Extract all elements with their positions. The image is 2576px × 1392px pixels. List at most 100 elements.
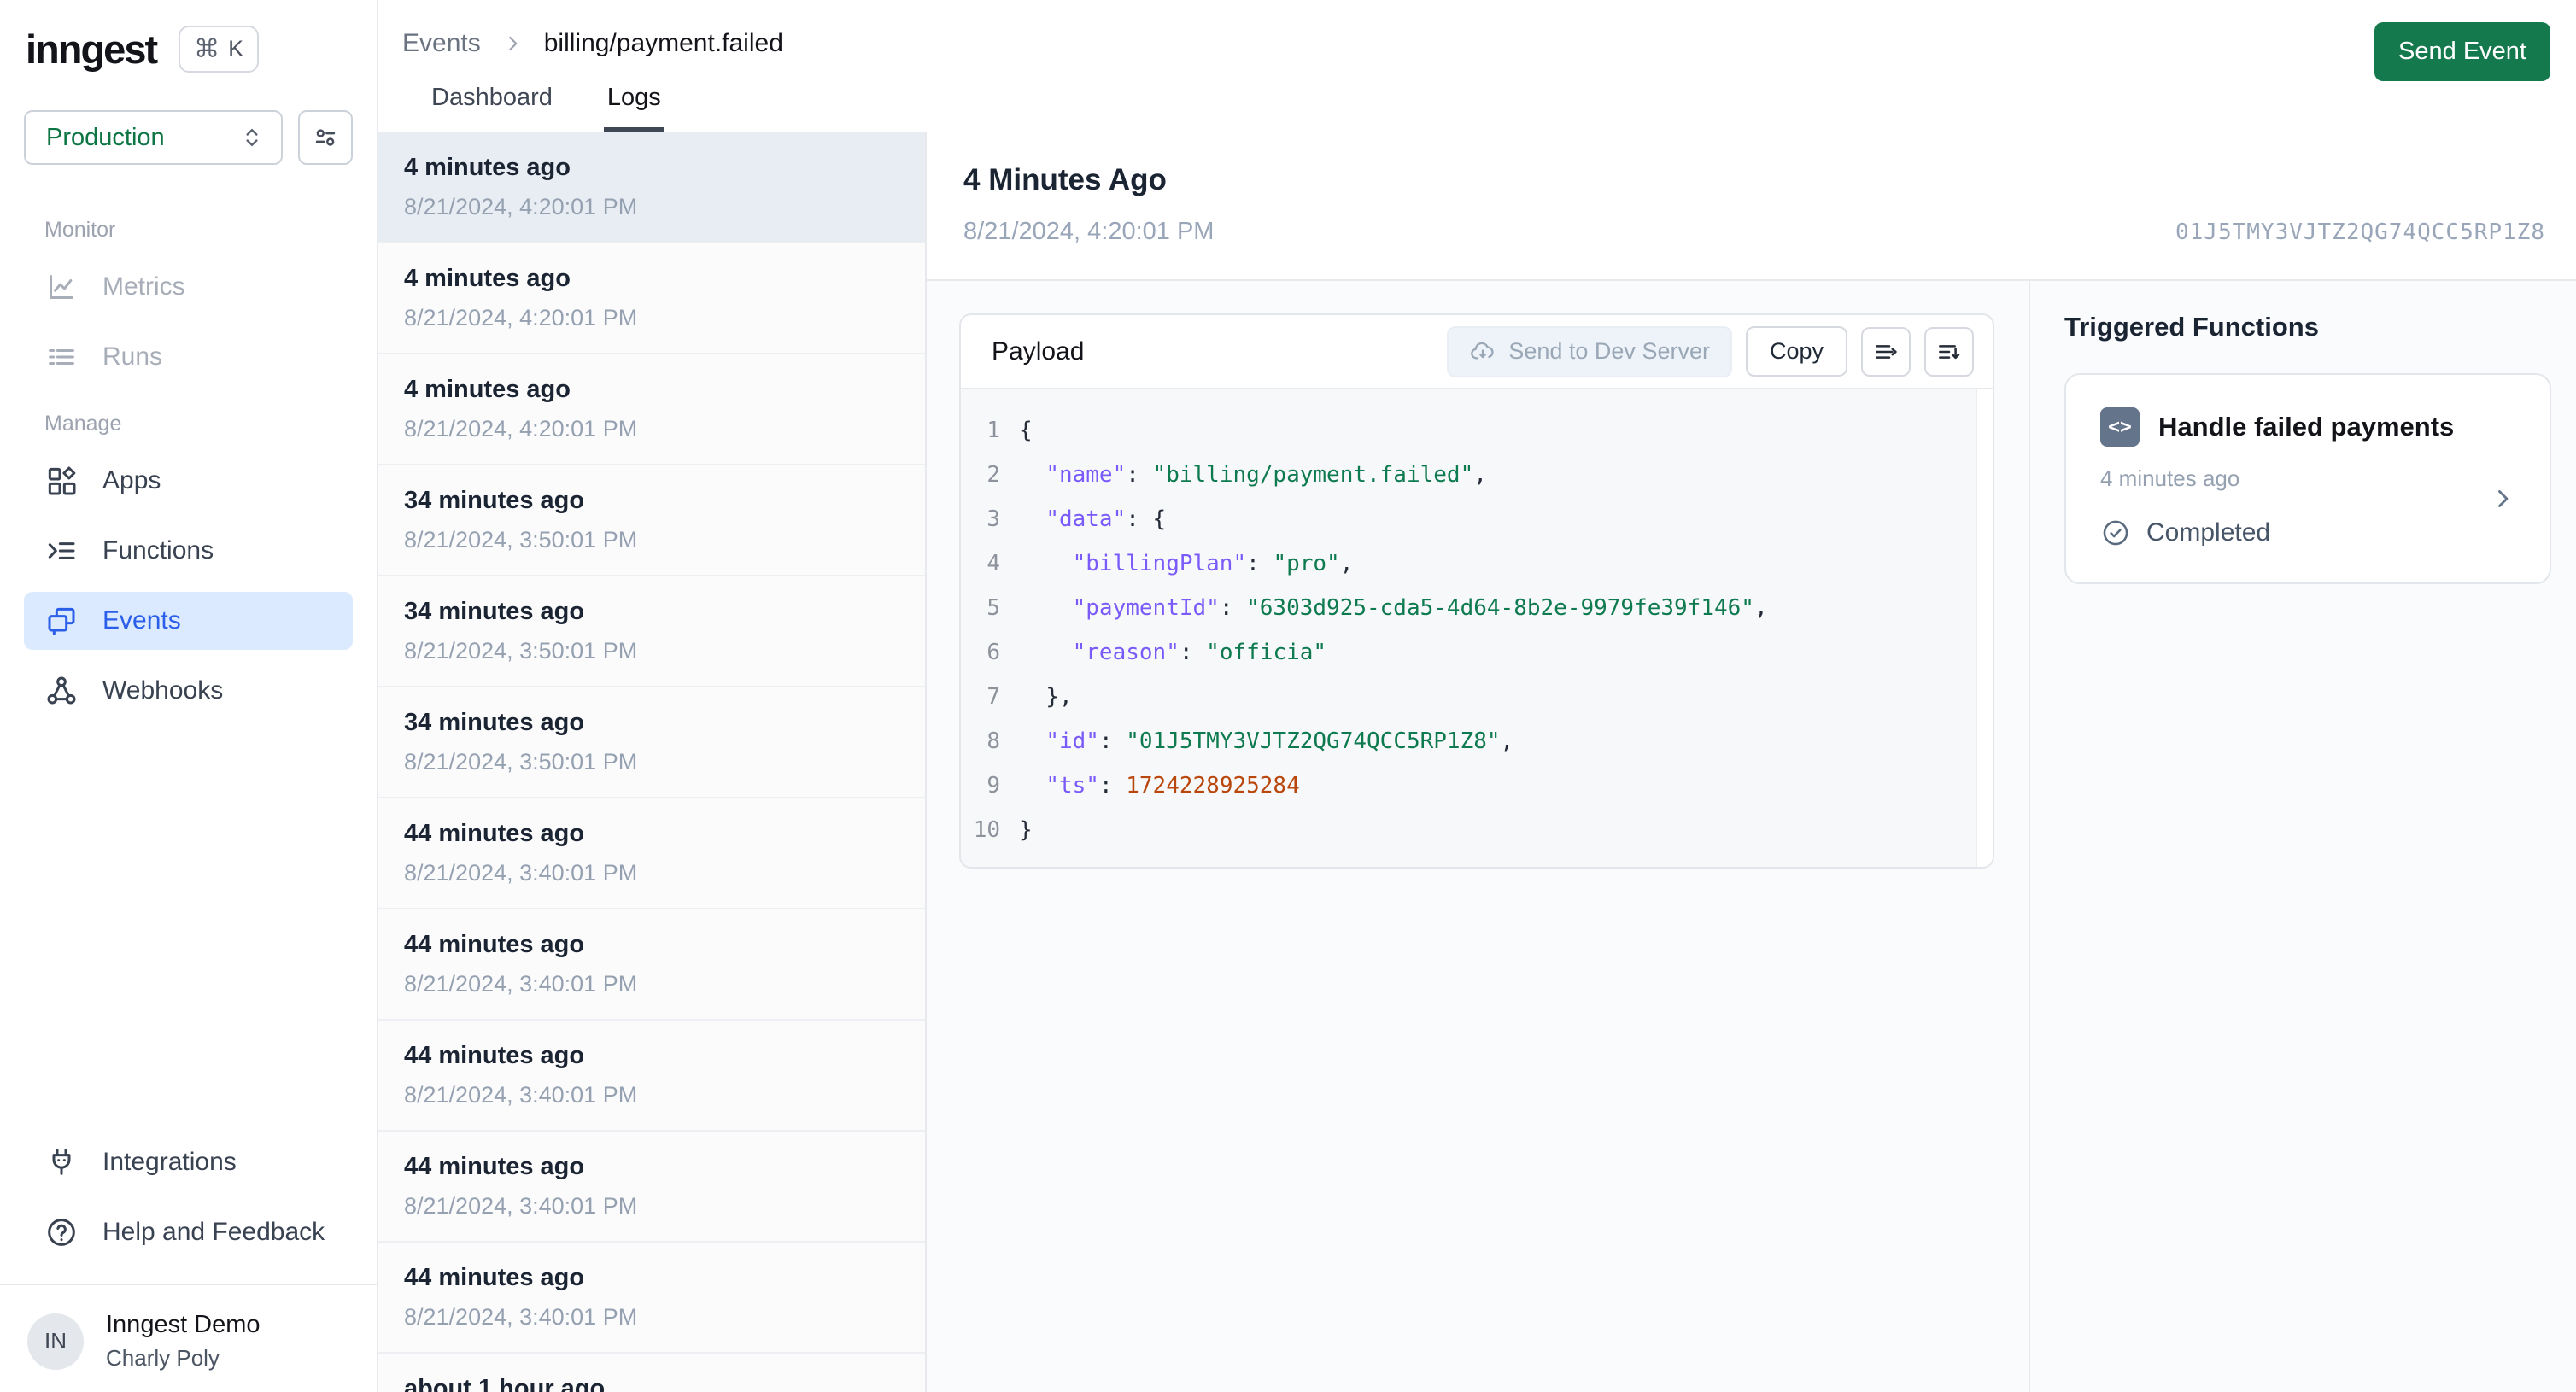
sidebar-item-events[interactable]: Events bbox=[24, 592, 353, 650]
sidebar-item-label: Runs bbox=[102, 342, 163, 371]
environment-label: Production bbox=[46, 123, 165, 151]
code-line: 2 "name": "billing/payment.failed", bbox=[961, 453, 1993, 497]
chevron-updown-icon bbox=[238, 124, 266, 151]
event-list-item[interactable]: 44 minutes ago 8/21/2024, 3:40:01 PM bbox=[378, 1132, 925, 1243]
event-id: 01J5TMY3VJTZ2QG74QCC5RP1Z8 bbox=[2175, 219, 2545, 245]
event-relative-time: 4 minutes ago bbox=[404, 265, 571, 292]
send-to-dev-server-button[interactable]: Send to Dev Server bbox=[1447, 325, 1732, 377]
sidebar-item-functions[interactable]: Functions bbox=[24, 522, 353, 580]
line-number: 2 bbox=[986, 462, 1000, 488]
environment-settings-button[interactable] bbox=[298, 110, 353, 165]
copy-button[interactable]: Copy bbox=[1745, 326, 1847, 377]
event-list-item[interactable]: about 1 hour ago bbox=[378, 1354, 925, 1392]
event-list-item[interactable]: 34 minutes ago 8/21/2024, 3:50:01 PM bbox=[378, 687, 925, 798]
tab-dashboard[interactable]: Dashboard bbox=[428, 79, 556, 132]
sidebar-section-label: Monitor bbox=[44, 218, 116, 242]
word-wrap-button[interactable] bbox=[1861, 326, 1911, 377]
triggered-functions-panel: Triggered Functions <> Handle failed pay… bbox=[2029, 281, 2576, 1392]
sidebar-item-label: Apps bbox=[102, 466, 161, 494]
event-relative-time: 34 minutes ago bbox=[404, 709, 585, 736]
integrations-icon bbox=[44, 1145, 79, 1179]
event-list-item[interactable]: 44 minutes ago 8/21/2024, 3:40:01 PM bbox=[378, 909, 925, 1021]
code-line: 8 "id": "01J5TMY3VJTZ2QG74QCC5RP1Z8", bbox=[961, 719, 1993, 763]
help-icon bbox=[44, 1215, 79, 1249]
event-timestamp: 8/21/2024, 4:20:01 PM bbox=[404, 416, 638, 442]
events-icon bbox=[44, 604, 79, 638]
environment-select[interactable]: Production bbox=[24, 110, 283, 165]
event-relative-time: 44 minutes ago bbox=[404, 820, 585, 847]
code-icon: <> bbox=[2100, 407, 2140, 447]
app-root: inngest ⌘ K Production Monitor Metrics Run… bbox=[0, 0, 2576, 1392]
function-status: Completed bbox=[2100, 518, 2515, 548]
event-timestamp: 8/21/2024, 4:20:01 PM bbox=[404, 194, 638, 219]
code-line: 4 "billingPlan": "pro", bbox=[961, 541, 1993, 586]
code-line: 9 "ts": 1724228925284 bbox=[961, 763, 1993, 808]
sidebar-item-webhooks[interactable]: Webhooks bbox=[24, 662, 353, 720]
avatar: IN bbox=[27, 1313, 84, 1370]
functions-icon bbox=[44, 534, 79, 568]
user-name: Charly Poly bbox=[106, 1345, 220, 1371]
event-list-item[interactable]: 34 minutes ago 8/21/2024, 3:50:01 PM bbox=[378, 576, 925, 687]
breadcrumb-events-link[interactable]: Events bbox=[402, 29, 481, 58]
send-event-button[interactable]: Send Event bbox=[2374, 22, 2550, 81]
sidebar-item-integrations[interactable]: Integrations bbox=[24, 1133, 353, 1191]
chevron-right-icon bbox=[2488, 484, 2517, 513]
event-detail: 4 Minutes Ago 8/21/2024, 4:20:01 PM 01J5… bbox=[927, 132, 2576, 1392]
code-scrollbar-gutter[interactable] bbox=[1976, 389, 1993, 867]
tabs: Dashboard Logs bbox=[402, 58, 783, 132]
command-palette-shortcut[interactable]: ⌘ K bbox=[179, 26, 260, 73]
breadcrumb-current: billing/payment.failed bbox=[543, 29, 783, 57]
sidebar-item-apps[interactable]: Apps bbox=[24, 452, 353, 510]
runs-icon bbox=[44, 340, 79, 374]
event-relative-time: 4 minutes ago bbox=[404, 376, 571, 403]
event-list-item[interactable]: 4 minutes ago 8/21/2024, 4:20:01 PM bbox=[378, 354, 925, 465]
sidebar-item-help-and-feedback[interactable]: Help and Feedback bbox=[24, 1203, 353, 1261]
event-list-item[interactable]: 4 minutes ago 8/21/2024, 4:20:01 PM bbox=[378, 243, 925, 354]
line-number: 3 bbox=[986, 506, 1000, 532]
event-list-item[interactable]: 4 minutes ago 8/21/2024, 4:20:01 PM bbox=[378, 132, 925, 243]
event-list-item[interactable]: 44 minutes ago 8/21/2024, 3:40:01 PM bbox=[378, 798, 925, 909]
event-relative-time: 44 minutes ago bbox=[404, 1153, 585, 1180]
user-menu[interactable]: IN Inngest Demo Charly Poly bbox=[24, 1285, 353, 1372]
breadcrumb: Events billing/payment.failed bbox=[402, 22, 783, 58]
logo-row: inngest ⌘ K bbox=[0, 22, 377, 73]
apps-icon bbox=[44, 464, 79, 498]
event-list-item[interactable]: 44 minutes ago 8/21/2024, 3:40:01 PM bbox=[378, 1021, 925, 1132]
event-relative-time: about 1 hour ago bbox=[404, 1375, 606, 1392]
payload-title: Payload bbox=[992, 336, 1085, 366]
event-timestamp: 8/21/2024, 3:40:01 PM bbox=[404, 1304, 638, 1330]
topbar: Events billing/payment.failed Dashboard … bbox=[378, 0, 2576, 132]
event-timestamp: 8/21/2024, 3:40:01 PM bbox=[404, 1193, 638, 1219]
event-relative-time: 44 minutes ago bbox=[404, 1042, 585, 1069]
triggered-function-card[interactable]: <> Handle failed payments 4 minutes ago … bbox=[2064, 373, 2551, 584]
payload-code-editor: 1{2 "name": "billing/payment.failed", 3 "… bbox=[961, 388, 1993, 867]
line-number: 6 bbox=[986, 640, 1000, 665]
function-run-time: 4 minutes ago bbox=[2100, 465, 2240, 491]
scroll-to-bottom-button[interactable] bbox=[1924, 326, 1974, 377]
line-number: 5 bbox=[986, 595, 1000, 621]
metrics-icon bbox=[44, 270, 79, 304]
sidebar-item-runs[interactable]: Runs bbox=[24, 328, 353, 386]
code-line: 6 "reason": "officia" bbox=[961, 630, 1993, 675]
event-detail-title: 4 Minutes Ago bbox=[963, 163, 1167, 196]
event-relative-time: 34 minutes ago bbox=[404, 487, 585, 514]
user-org: Inngest Demo bbox=[106, 1311, 261, 1338]
inngest-logo: inngest bbox=[26, 26, 158, 72]
event-list-item[interactable]: 34 minutes ago 8/21/2024, 3:50:01 PM bbox=[378, 465, 925, 576]
code-line: 7 }, bbox=[961, 675, 1993, 719]
line-number: 8 bbox=[986, 728, 1000, 754]
sliders-icon bbox=[311, 123, 340, 152]
payload-card-header: Payload Send to Dev Server Copy bbox=[961, 315, 1993, 388]
tab-logs[interactable]: Logs bbox=[603, 79, 664, 132]
sidebar-footer: Integrations Help and Feedback IN Inngest… bbox=[0, 1130, 377, 1372]
event-relative-time: 4 minutes ago bbox=[404, 154, 571, 181]
event-list-item[interactable]: 44 minutes ago 8/21/2024, 3:40:01 PM bbox=[378, 1243, 925, 1354]
event-detail-body: Payload Send to Dev Server Copy 1 {2 "n… bbox=[927, 281, 2576, 1392]
event-relative-time: 44 minutes ago bbox=[404, 931, 585, 958]
check-circle-icon bbox=[2100, 518, 2131, 548]
command-icon: ⌘ bbox=[194, 35, 220, 63]
sidebar-item-label: Integrations bbox=[102, 1148, 237, 1176]
sidebar-item-metrics[interactable]: Metrics bbox=[24, 258, 353, 316]
code-line: 3 "data": { bbox=[961, 497, 1993, 541]
sidebar-item-label: Metrics bbox=[102, 272, 185, 301]
